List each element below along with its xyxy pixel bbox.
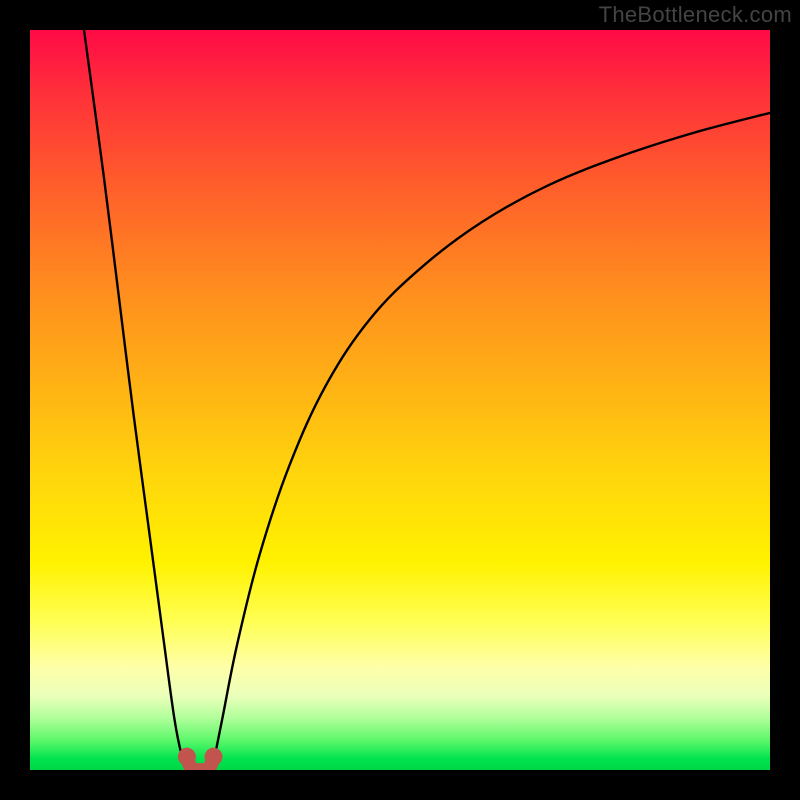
curve-layer xyxy=(30,30,770,770)
curve-right xyxy=(212,113,770,770)
valley-knob-right xyxy=(205,748,223,766)
plot-area xyxy=(30,30,770,770)
valley-knob-left xyxy=(178,748,196,766)
curve-left xyxy=(84,30,188,770)
chart-frame: TheBottleneck.com xyxy=(0,0,800,800)
watermark-text: TheBottleneck.com xyxy=(599,2,792,28)
